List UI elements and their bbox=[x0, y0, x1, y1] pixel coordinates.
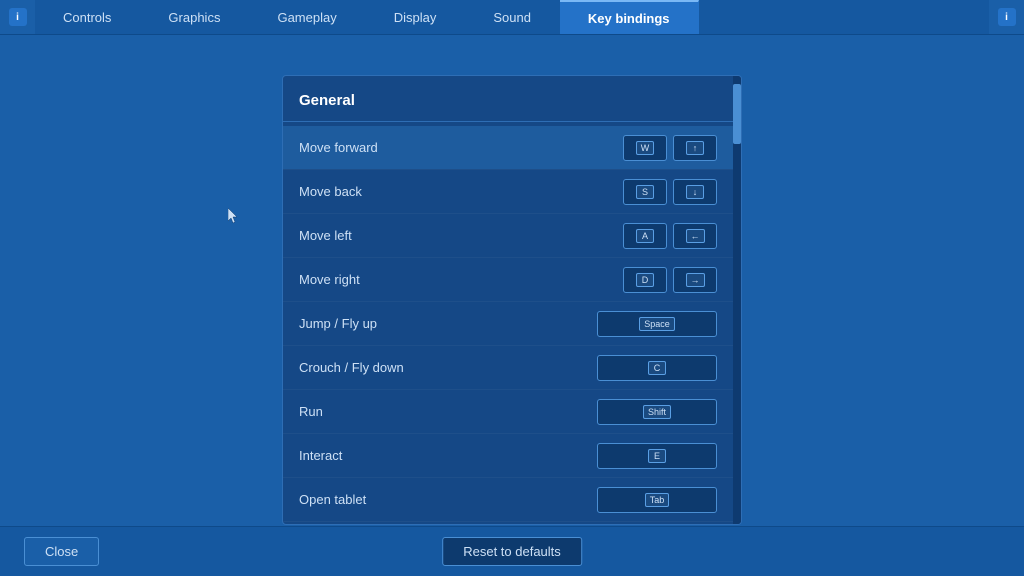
table-row: Move left A ← bbox=[283, 214, 741, 258]
table-row: Interact E bbox=[283, 434, 741, 478]
binding-label-tablet: Open tablet bbox=[299, 492, 597, 507]
table-row: Move back S ↓ bbox=[283, 170, 741, 214]
key-button-space[interactable]: Space bbox=[597, 311, 717, 337]
main-content: General Move forward W ↑ Move back S ↓ M… bbox=[0, 35, 1024, 526]
binding-label-run: Run bbox=[299, 404, 597, 419]
tab-gameplay[interactable]: Gameplay bbox=[249, 0, 365, 34]
close-button[interactable]: Close bbox=[24, 537, 99, 566]
table-row: Crouch / Fly down C bbox=[283, 346, 741, 390]
tab-controls[interactable]: Controls bbox=[35, 0, 140, 34]
binding-keys-tablet: Tab bbox=[597, 487, 717, 513]
key-button-a[interactable]: A bbox=[623, 223, 667, 249]
nav-tabs-container: Controls Graphics Gameplay Display Sound… bbox=[35, 0, 989, 34]
tab-display[interactable]: Display bbox=[366, 0, 466, 34]
tab-keybindings[interactable]: Key bindings bbox=[560, 0, 699, 34]
table-row: Open tablet Tab bbox=[283, 478, 741, 522]
key-button-down[interactable]: ↓ bbox=[673, 179, 717, 205]
key-button-d[interactable]: D bbox=[623, 267, 667, 293]
binding-keys-move-back: S ↓ bbox=[623, 179, 717, 205]
binding-label-interact: Interact bbox=[299, 448, 597, 463]
key-button-shift[interactable]: Shift bbox=[597, 399, 717, 425]
binding-keys-jump: Space bbox=[597, 311, 717, 337]
key-button-left[interactable]: ← bbox=[673, 223, 717, 249]
top-nav-bar: i Controls Graphics Gameplay Display Sou… bbox=[0, 0, 1024, 35]
binding-label-move-forward: Move forward bbox=[299, 140, 623, 155]
scrollbar[interactable] bbox=[733, 76, 741, 524]
key-button-up[interactable]: ↑ bbox=[673, 135, 717, 161]
binding-label-crouch: Crouch / Fly down bbox=[299, 360, 597, 375]
key-button-right[interactable]: → bbox=[673, 267, 717, 293]
bottom-bar: Close Reset to defaults bbox=[0, 526, 1024, 576]
reset-defaults-button[interactable]: Reset to defaults bbox=[442, 537, 582, 566]
binding-keys-move-forward: W ↑ bbox=[623, 135, 717, 161]
key-button-e[interactable]: E bbox=[597, 443, 717, 469]
binding-label-jump: Jump / Fly up bbox=[299, 316, 597, 331]
binding-label-move-left: Move left bbox=[299, 228, 623, 243]
table-row: Move forward W ↑ bbox=[283, 126, 741, 170]
binding-keys-move-right: D → bbox=[623, 267, 717, 293]
binding-label-move-back: Move back bbox=[299, 184, 623, 199]
binding-keys-move-left: A ← bbox=[623, 223, 717, 249]
left-nav-icon[interactable]: i bbox=[0, 0, 35, 34]
right-icon-box: i bbox=[998, 8, 1016, 26]
tab-graphics[interactable]: Graphics bbox=[140, 0, 249, 34]
table-row: Move right D → bbox=[283, 258, 741, 302]
binding-label-move-right: Move right bbox=[299, 272, 623, 287]
table-row: Jump / Fly up Space bbox=[283, 302, 741, 346]
tab-sound[interactable]: Sound bbox=[465, 0, 560, 34]
scroll-thumb[interactable] bbox=[733, 84, 741, 144]
section-title: General bbox=[283, 92, 741, 122]
settings-panel: General Move forward W ↑ Move back S ↓ M… bbox=[282, 75, 742, 525]
key-button-c[interactable]: C bbox=[597, 355, 717, 381]
right-nav-icon[interactable]: i bbox=[989, 0, 1024, 34]
left-icon-box: i bbox=[9, 8, 27, 26]
table-row: Run Shift bbox=[283, 390, 741, 434]
key-button-s[interactable]: S bbox=[623, 179, 667, 205]
binding-keys-crouch: C bbox=[597, 355, 717, 381]
binding-keys-run: Shift bbox=[597, 399, 717, 425]
binding-keys-interact: E bbox=[597, 443, 717, 469]
key-button-tab[interactable]: Tab bbox=[597, 487, 717, 513]
key-button-w[interactable]: W bbox=[623, 135, 667, 161]
